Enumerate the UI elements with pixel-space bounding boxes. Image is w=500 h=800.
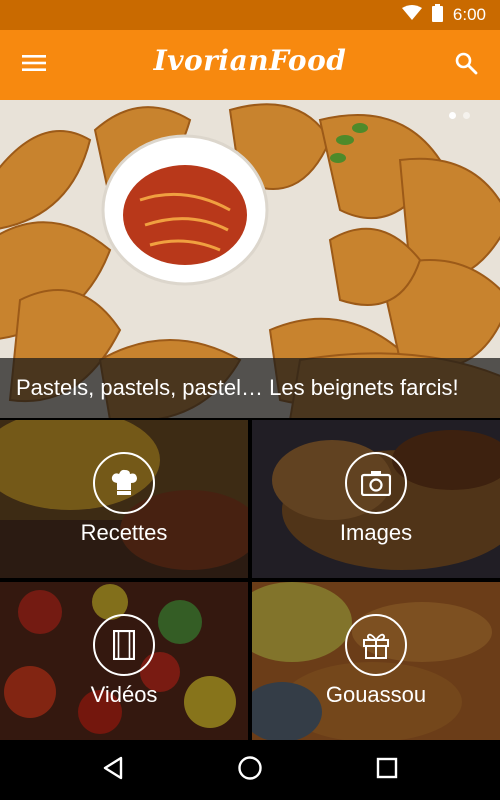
search-button[interactable] — [446, 45, 486, 85]
featured-carousel[interactable]: Pastels, pastels, pastel… Les beignets f… — [0, 100, 500, 418]
back-icon — [102, 756, 124, 785]
recipes-label: Recettes — [80, 520, 168, 545]
camera-icon — [345, 452, 407, 514]
hero-caption: Pastels, pastels, pastel… Les beignets f… — [16, 375, 459, 400]
app-logo: IvorianFood — [153, 44, 347, 77]
images-tile[interactable]: Images — [252, 420, 500, 578]
wifi-icon — [401, 4, 422, 26]
gouassou-label: Gouassou — [325, 682, 427, 707]
videos-tile[interactable]: Vidéos — [0, 582, 248, 740]
status-bar: 6:00 — [0, 0, 500, 30]
chef-hat-icon — [93, 452, 155, 514]
app-bar: IvorianFood — [0, 30, 500, 100]
home-icon — [237, 755, 263, 786]
film-icon — [93, 614, 155, 676]
recipes-tile[interactable]: Recettes — [0, 420, 248, 578]
back-button[interactable] — [95, 752, 131, 788]
gouassou-tile[interactable]: Gouassou — [252, 582, 500, 740]
hero-caption-bar[interactable]: Pastels, pastels, pastel… Les beignets f… — [0, 358, 500, 418]
home-button[interactable] — [232, 752, 268, 788]
category-grid: Recettes Images Vidéos Gouassou — [0, 420, 500, 740]
search-icon — [454, 51, 478, 80]
images-label: Images — [339, 520, 413, 545]
recents-button[interactable] — [369, 752, 405, 788]
carousel-dot[interactable] — [449, 112, 456, 119]
battery-icon — [431, 3, 443, 27]
carousel-indicator — [449, 112, 470, 119]
videos-label: Vidéos — [90, 682, 158, 707]
navigation-bar — [0, 740, 500, 800]
gift-icon — [345, 614, 407, 676]
status-icons: 6:00 — [401, 0, 486, 30]
recents-icon — [376, 757, 398, 784]
carousel-dot[interactable] — [463, 112, 470, 119]
status-time: 6:00 — [452, 5, 486, 24]
